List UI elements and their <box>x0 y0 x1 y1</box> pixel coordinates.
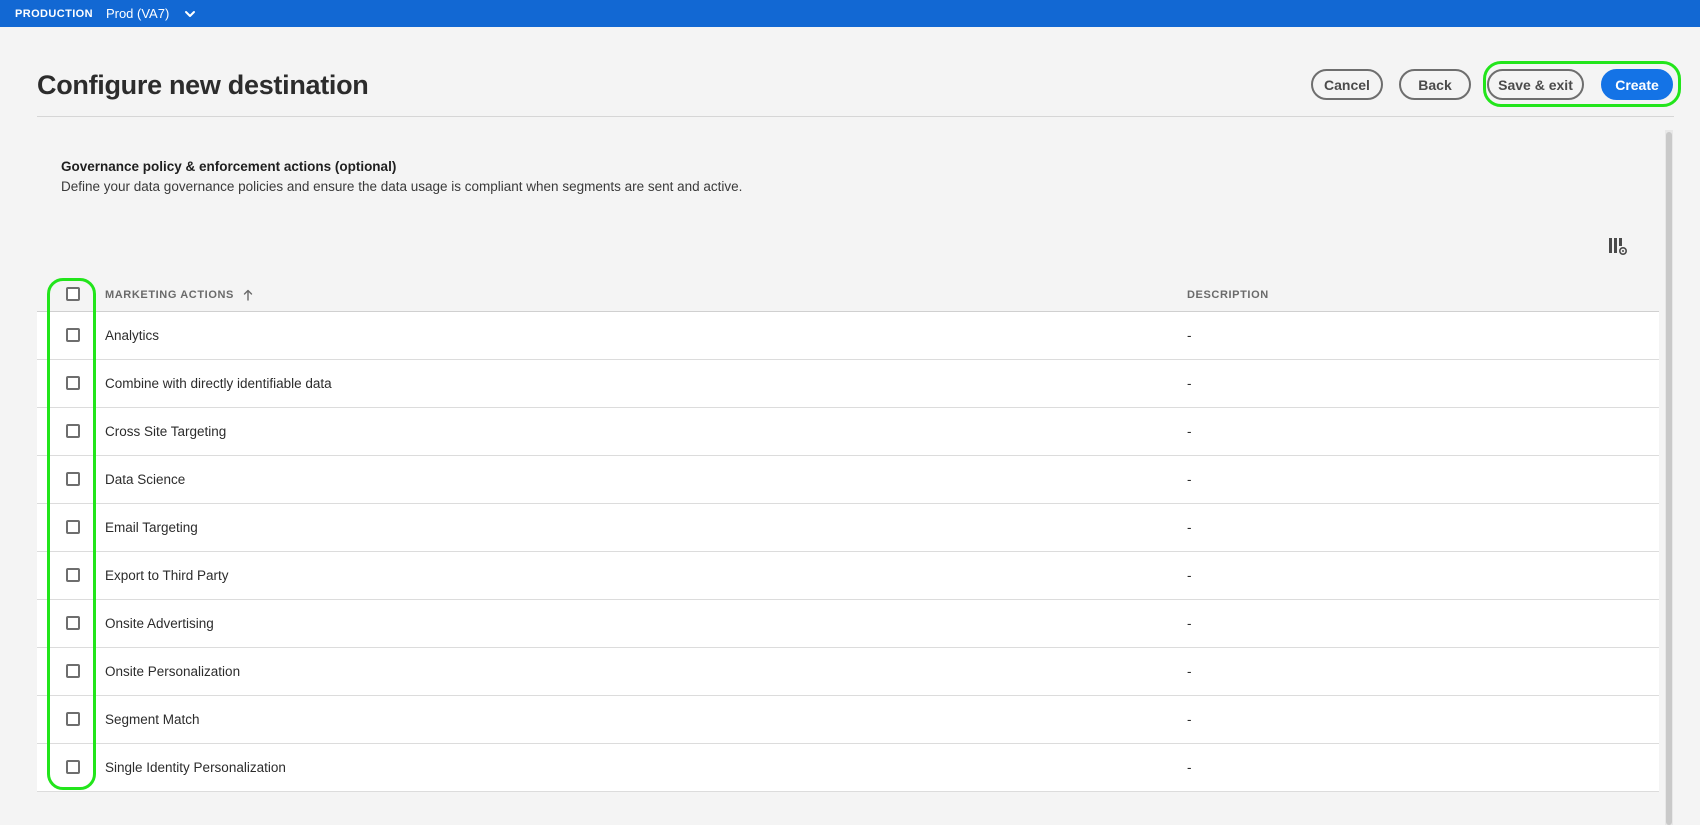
marketing-action-name: Single Identity Personalization <box>105 760 286 775</box>
table-header: MARKETING ACTIONS DESCRIPTION <box>37 274 1659 312</box>
row-checkbox[interactable] <box>66 760 80 774</box>
marketing-action-name: Combine with directly identifiable data <box>105 376 332 391</box>
marketing-action-name: Cross Site Targeting <box>105 424 227 439</box>
marketing-action-name: Data Science <box>105 472 186 487</box>
sandbox-name: Prod (VA7) <box>105 6 170 21</box>
table-row[interactable]: Email Targeting - <box>37 504 1659 552</box>
marketing-action-description: - <box>1187 376 1192 391</box>
row-checkbox[interactable] <box>66 712 80 726</box>
row-checkbox[interactable] <box>66 664 80 678</box>
table-row[interactable]: Data Science - <box>37 456 1659 504</box>
marketing-action-name: Onsite Advertising <box>105 616 214 631</box>
row-checkbox[interactable] <box>66 472 80 486</box>
row-checkbox[interactable] <box>66 328 80 342</box>
section-description: Define your data governance policies and… <box>61 179 743 194</box>
marketing-actions-table: MARKETING ACTIONS DESCRIPTION Analytics -… <box>37 274 1659 792</box>
marketing-action-description: - <box>1187 760 1192 775</box>
top-bar: PRODUCTION Prod (VA7) <box>0 0 1700 27</box>
table-row[interactable]: Combine with directly identifiable data - <box>37 360 1659 408</box>
table-row[interactable]: Cross Site Targeting - <box>37 408 1659 456</box>
marketing-action-description: - <box>1187 664 1192 679</box>
column-header-marketing-actions[interactable]: MARKETING ACTIONS <box>105 289 253 301</box>
table-row[interactable]: Onsite Personalization - <box>37 648 1659 696</box>
back-button[interactable]: Back <box>1399 69 1471 100</box>
table-body: Analytics - Combine with directly identifi… <box>37 312 1659 792</box>
table-row[interactable]: Single Identity Personalization - <box>37 744 1659 792</box>
table-row[interactable]: Analytics - <box>37 312 1659 360</box>
select-all-checkbox[interactable] <box>66 287 80 301</box>
column-settings-icon[interactable] <box>1608 236 1628 256</box>
row-checkbox[interactable] <box>66 376 80 390</box>
row-checkbox[interactable] <box>66 568 80 582</box>
marketing-action-description: - <box>1187 520 1192 535</box>
page-title: Configure new destination <box>37 70 369 100</box>
row-checkbox[interactable] <box>66 520 80 534</box>
marketing-action-description: - <box>1187 424 1192 439</box>
marketing-action-description: - <box>1187 472 1192 487</box>
marketing-action-description: - <box>1187 616 1192 631</box>
sort-ascending-icon <box>243 289 253 301</box>
marketing-action-description: - <box>1187 568 1192 583</box>
marketing-action-name: Analytics <box>105 328 160 343</box>
scrollbar-thumb[interactable] <box>1666 132 1672 825</box>
header-divider <box>37 116 1674 117</box>
marketing-action-description: - <box>1187 712 1192 727</box>
create-button[interactable]: Create <box>1601 69 1673 100</box>
marketing-action-description: - <box>1187 328 1192 343</box>
table-row[interactable]: Export to Third Party - <box>37 552 1659 600</box>
marketing-action-name: Onsite Personalization <box>105 664 241 679</box>
column-header-description: DESCRIPTION <box>1187 289 1269 301</box>
marketing-action-name: Segment Match <box>105 712 200 727</box>
chevron-down-icon <box>185 10 196 17</box>
sandbox-switcher[interactable]: Prod (VA7) <box>106 6 197 21</box>
environment-label: PRODUCTION <box>15 7 93 20</box>
table-row[interactable]: Onsite Advertising - <box>37 600 1659 648</box>
row-checkbox[interactable] <box>66 616 80 630</box>
column-header-label: MARKETING ACTIONS <box>105 289 234 301</box>
marketing-action-name: Export to Third Party <box>105 568 229 583</box>
cancel-button[interactable]: Cancel <box>1311 69 1383 100</box>
row-checkbox[interactable] <box>66 424 80 438</box>
save-exit-button[interactable]: Save & exit <box>1487 69 1584 100</box>
section-title: Governance policy & enforcement actions … <box>61 159 397 174</box>
marketing-action-name: Email Targeting <box>105 520 198 535</box>
table-row[interactable]: Segment Match - <box>37 696 1659 744</box>
